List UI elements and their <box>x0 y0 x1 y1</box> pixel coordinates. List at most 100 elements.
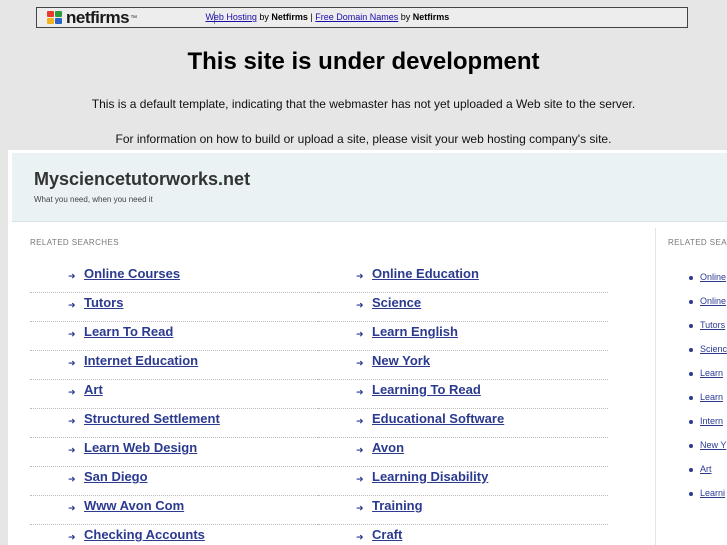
bullet-icon <box>689 396 693 400</box>
search-link[interactable]: Avon <box>372 440 404 455</box>
banner-brand: Netfirms <box>412 12 450 22</box>
side-search-link[interactable]: Online <box>700 272 726 282</box>
netfirms-logo-text: netfirms <box>66 8 130 27</box>
list-item[interactable]: ➜ Online Education <box>318 264 608 293</box>
parked-page-frame: Mysciencetutorworks.net What you need, w… <box>8 150 727 545</box>
arrow-icon: ➜ <box>68 300 76 310</box>
arrow-icon: ➜ <box>356 445 364 455</box>
arrow-icon: ➜ <box>68 445 76 455</box>
list-item[interactable]: ➜ Learn To Read <box>30 322 320 351</box>
banner-by-text: by <box>256 12 272 22</box>
side-search-link[interactable]: Learn <box>700 368 723 378</box>
banner-by-text: by <box>398 12 413 22</box>
search-link[interactable]: Online Education <box>372 266 479 281</box>
side-search-link[interactable]: Online <box>700 296 726 306</box>
arrow-icon: ➜ <box>356 416 364 426</box>
search-link[interactable]: Internet Education <box>84 353 198 368</box>
bullet-icon <box>689 348 693 352</box>
list-item[interactable]: ➜ Learn Web Design <box>30 438 320 467</box>
side-search-link[interactable]: Intern <box>700 416 723 426</box>
related-searches-side-heading: RELATED SEA <box>668 238 727 247</box>
search-link[interactable]: Tutors <box>84 295 123 310</box>
search-link[interactable]: Craft <box>372 527 402 542</box>
site-header: Mysciencetutorworks.net What you need, w… <box>12 153 727 222</box>
bullet-icon <box>689 372 693 376</box>
list-item[interactable]: ➜ Www Avon Com <box>30 496 320 525</box>
list-item[interactable]: Online <box>668 268 727 292</box>
arrow-icon: ➜ <box>356 532 364 542</box>
list-item[interactable]: ➜ Checking Accounts <box>30 525 320 545</box>
search-link[interactable]: Learn Web Design <box>84 440 197 455</box>
bullet-icon <box>689 468 693 472</box>
banner-brand: Netfirms <box>271 12 308 22</box>
arrow-icon: ➜ <box>356 503 364 513</box>
site-name[interactable]: Mysciencetutorworks.net <box>34 169 250 190</box>
bullet-icon <box>689 420 693 424</box>
netfirms-logo[interactable]: netfirms ™ <box>47 9 137 27</box>
arrow-icon: ➜ <box>356 300 364 310</box>
list-item[interactable]: ➜ Learning To Read <box>318 380 608 409</box>
web-hosting-link[interactable]: Web Hosting <box>206 12 257 22</box>
side-search-link[interactable]: Art <box>700 464 712 474</box>
list-item[interactable]: Art <box>668 460 727 484</box>
related-searches-heading: RELATED SEARCHES <box>30 238 119 247</box>
list-item[interactable]: ➜ Learn English <box>318 322 608 351</box>
netfirms-banner: netfirms ™ Web Hosting by Netfirms | Fre… <box>36 7 688 28</box>
list-item[interactable]: ➜ Science <box>318 293 608 322</box>
list-item[interactable]: ➜ Structured Settlement <box>30 409 320 438</box>
side-search-link[interactable]: Tutors <box>700 320 725 330</box>
bullet-icon <box>689 276 693 280</box>
search-link[interactable]: San Diego <box>84 469 148 484</box>
search-link[interactable]: Checking Accounts <box>84 527 205 542</box>
site-tagline: What you need, when you need it <box>34 195 153 204</box>
list-item[interactable]: ➜ Learning Disability <box>318 467 608 496</box>
list-item[interactable]: New Y <box>668 436 727 460</box>
search-link[interactable]: Science <box>372 295 421 310</box>
side-search-link[interactable]: Learni <box>700 488 725 498</box>
arrow-icon: ➜ <box>68 474 76 484</box>
hosting-info-notice: For information on how to build or uploa… <box>115 132 612 146</box>
free-domain-names-link[interactable]: Free Domain Names <box>315 12 398 22</box>
search-link[interactable]: Learning To Read <box>372 382 481 397</box>
default-template-notice: This is a default template, indicating t… <box>91 97 636 111</box>
side-search-link[interactable]: New Y <box>700 440 726 450</box>
list-item[interactable]: ➜ Educational Software <box>318 409 608 438</box>
search-link[interactable]: New York <box>372 353 430 368</box>
list-item[interactable]: Learn <box>668 364 727 388</box>
search-link[interactable]: Online Courses <box>84 266 180 281</box>
list-item[interactable]: ➜ Avon <box>318 438 608 467</box>
search-link[interactable]: Learn To Read <box>84 324 173 339</box>
search-link[interactable]: Learning Disability <box>372 469 488 484</box>
list-item[interactable]: ➜ Online Courses <box>30 264 320 293</box>
arrow-icon: ➜ <box>68 358 76 368</box>
side-search-link[interactable]: Learn <box>700 392 723 402</box>
list-item[interactable]: ➜ Training <box>318 496 608 525</box>
list-item[interactable]: Scienc <box>668 340 727 364</box>
list-item[interactable]: Learn <box>668 388 727 412</box>
list-item[interactable]: ➜ Internet Education <box>30 351 320 380</box>
list-item[interactable]: Online <box>668 292 727 316</box>
search-link[interactable]: Learn English <box>372 324 458 339</box>
search-link[interactable]: Educational Software <box>372 411 504 426</box>
list-item[interactable]: ➜ New York <box>318 351 608 380</box>
list-item[interactable]: Intern <box>668 412 727 436</box>
arrow-icon: ➜ <box>356 329 364 339</box>
arrow-icon: ➜ <box>68 329 76 339</box>
search-link[interactable]: Structured Settlement <box>84 411 220 426</box>
list-item[interactable]: ➜ Art <box>30 380 320 409</box>
list-item[interactable]: ➜ Tutors <box>30 293 320 322</box>
search-link[interactable]: Art <box>84 382 103 397</box>
side-search-link[interactable]: Scienc <box>700 344 727 354</box>
bullet-icon <box>689 324 693 328</box>
list-item[interactable]: Learni <box>668 484 727 508</box>
arrow-icon: ➜ <box>356 358 364 368</box>
list-item[interactable]: Tutors <box>668 316 727 340</box>
arrow-icon: ➜ <box>356 387 364 397</box>
list-item[interactable]: ➜ San Diego <box>30 467 320 496</box>
column-divider <box>655 228 656 545</box>
list-item[interactable]: ➜ Craft <box>318 525 608 545</box>
arrow-icon: ➜ <box>68 532 76 542</box>
search-link[interactable]: Www Avon Com <box>84 498 184 513</box>
arrow-icon: ➜ <box>68 387 76 397</box>
search-link[interactable]: Training <box>372 498 423 513</box>
